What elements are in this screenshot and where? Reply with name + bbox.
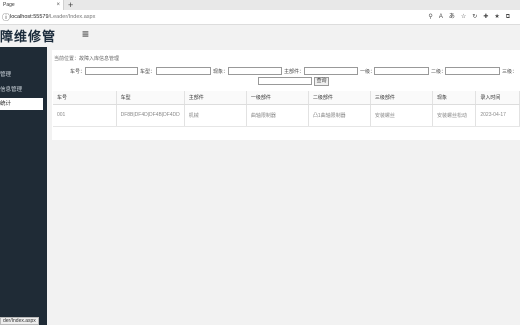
filter-bar: 车号： 车型： 现象： 主部件： 一级： 二级： 三级： 查询 <box>52 66 520 88</box>
car-type-label: 车型： <box>140 69 156 75</box>
browser-tab[interactable]: Page × <box>0 0 64 10</box>
cell-car-no: 001 <box>53 104 117 127</box>
new-tab-icon[interactable]: + <box>68 0 73 10</box>
url-host: localhost:55579 <box>10 14 49 20</box>
status-url-bar: der/Index.aspx <box>0 317 39 325</box>
sidebar-item-stats[interactable]: 统计 <box>0 98 43 110</box>
col-car-no[interactable]: 车号 <box>53 91 117 105</box>
cell-car-type: DF8B|DF4D|DF4B|DF4DD <box>116 104 185 127</box>
cell-level1: 曲轴限制器 <box>246 104 309 127</box>
favorites-icon[interactable]: ★ <box>494 14 505 20</box>
collections-icon[interactable]: ⧉ <box>506 14 516 20</box>
cell-main-part: 机械 <box>184 104 247 127</box>
table-row[interactable]: 001 DF8B|DF4D|DF4B|DF4DD 机械 曲轴限制器 凸1曲轴限制… <box>53 104 520 127</box>
refresh-icon[interactable]: ↻ <box>472 14 483 20</box>
car-type-input[interactable] <box>156 67 211 75</box>
table-header-row: 车号 车型 主部件 一级部件 二级部件 三级部件 现象 录入时间 <box>53 91 520 105</box>
col-entry-time[interactable]: 录入时间 <box>475 91 520 105</box>
car-no-input[interactable] <box>85 67 138 75</box>
level3-label: 三级： <box>502 69 518 75</box>
cell-level3: 安装螺丝 <box>370 104 433 127</box>
address-bar: ⓘ localhost:55579/Leader/Index.aspx ⚲Aあ☆… <box>0 10 520 25</box>
browser-tab-bar: Page × + <box>0 0 520 10</box>
sidebar-item-info[interactable]: 信息管理 <box>0 84 47 96</box>
level1-input[interactable] <box>374 67 429 75</box>
tab-close-icon[interactable]: × <box>56 0 60 10</box>
col-phenomenon[interactable]: 现象 <box>432 91 477 105</box>
main-part-label: 主部件： <box>284 69 305 75</box>
cell-level2: 凸1曲轴限制器 <box>308 104 371 127</box>
tab-title: Page <box>3 2 15 8</box>
level1-label: 一级： <box>360 69 376 75</box>
sidebar-item-manage[interactable]: 管理 <box>0 69 47 81</box>
col-level2[interactable]: 二级部件 <box>308 91 371 105</box>
browser-toolbar: ⚲Aあ☆↻✚★⧉ <box>428 12 516 23</box>
level2-input[interactable] <box>445 67 500 75</box>
extensions-icon[interactable]: ✚ <box>483 14 494 20</box>
cell-entry-time: 2023-04-17 <box>475 104 520 127</box>
favorite-icon[interactable]: ☆ <box>461 14 472 20</box>
search-button[interactable]: 查询 <box>314 77 329 86</box>
cell-phenomenon: 安装螺丝松动 <box>432 104 477 127</box>
read-aloud-icon[interactable]: A <box>439 14 449 20</box>
info-icon[interactable]: ⓘ <box>2 12 10 23</box>
translate-icon[interactable]: あ <box>449 14 461 20</box>
fault-table: 车号 车型 主部件 一级部件 二级部件 三级部件 现象 录入时间 001 DF8… <box>53 91 520 127</box>
app-title: 障维修管 <box>0 29 57 44</box>
col-car-type[interactable]: 车型 <box>116 91 185 105</box>
col-level1[interactable]: 一级部件 <box>246 91 309 105</box>
level2-label: 二级： <box>431 69 447 75</box>
breadcrumb: 当前位置：故障入库信息管理 <box>54 56 120 62</box>
url-path: /Leader/Index.aspx <box>48 14 96 20</box>
sidebar: 管理 信息管理 统计 <box>0 47 47 325</box>
col-main-part[interactable]: 主部件 <box>184 91 247 105</box>
url-field[interactable]: localhost:55579/Leader/Index.aspx <box>10 13 95 22</box>
search-icon[interactable]: ⚲ <box>428 14 438 20</box>
level3-input[interactable] <box>258 77 312 85</box>
col-level3[interactable]: 三级部件 <box>370 91 433 105</box>
main-part-input[interactable] <box>304 67 358 75</box>
app-header <box>0 25 520 47</box>
phenomenon-label: 现象： <box>213 69 229 75</box>
menu-icon[interactable]: ≡ <box>82 27 89 41</box>
phenomenon-input[interactable] <box>228 67 282 75</box>
car-no-label: 车号： <box>70 69 86 75</box>
